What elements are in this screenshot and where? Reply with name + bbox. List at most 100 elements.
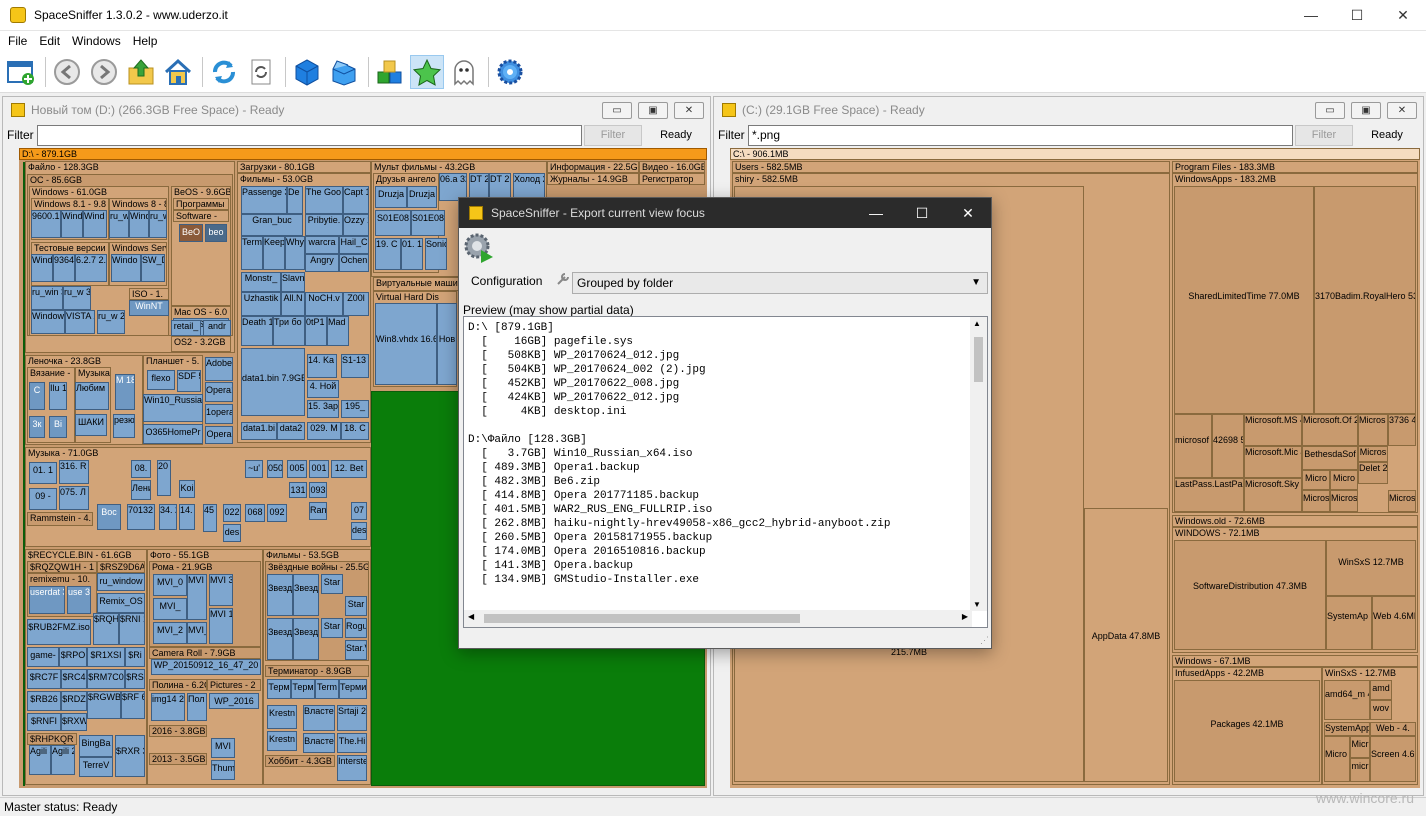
file-thegoo[interactable]: The Goo 1.9GB: [305, 186, 343, 214]
file-term3[interactable]: Term: [315, 679, 339, 699]
block-windowsold[interactable]: Windows.old - 72.6MB: [1172, 515, 1418, 527]
file-data2[interactable]: data2: [277, 422, 305, 440]
menu-file[interactable]: File: [2, 34, 33, 48]
file-075[interactable]: 075. Л 4.9MB: [59, 486, 89, 510]
block-2016[interactable]: 2016 - 3.8GB: [149, 725, 207, 737]
file-rc7f[interactable]: $RC7F: [27, 669, 61, 689]
block-wov[interactable]: wov: [1370, 700, 1392, 720]
file-z00l[interactable]: Z00l: [343, 292, 369, 316]
file-sdf[interactable]: SDF 5.9M: [177, 370, 201, 392]
preview-textarea[interactable]: D:\ [879.1GB] [ 16GB] pagefile.sys [ 508…: [463, 316, 988, 628]
file-alln[interactable]: All.N: [281, 292, 305, 316]
block-rhpkqr[interactable]: $RHPKQR: [27, 733, 77, 745]
file-agili2[interactable]: Agili 2.9G: [51, 745, 75, 775]
file-term2[interactable]: Терм: [291, 679, 315, 699]
block-hobbit[interactable]: Хоббит - 4.3GB: [265, 755, 335, 767]
file-14[interactable]: 14. 21: [179, 504, 195, 530]
block-42698[interactable]: 42698 5.1MB: [1212, 414, 1244, 478]
file-mvi2[interactable]: MVI_2: [153, 622, 187, 644]
file-krestn2[interactable]: Krestn: [267, 731, 297, 751]
blue-box-open-icon[interactable]: [327, 55, 361, 89]
file-093[interactable]: 093: [309, 482, 327, 498]
file-slavn[interactable]: Slavn: [281, 272, 305, 292]
file-des1[interactable]: des: [223, 524, 241, 542]
block-delet[interactable]: Delet 280KI: [1358, 462, 1388, 484]
block-micro-c[interactable]: Micro 2.2MI: [1324, 736, 1350, 782]
file-rgwb[interactable]: $RGWB 847MB: [87, 691, 121, 719]
ghost-icon[interactable]: [447, 55, 481, 89]
file-beo[interactable]: BeO: [179, 224, 203, 242]
file-9364[interactable]: 9364 2.6G: [53, 254, 75, 282]
block-web-c[interactable]: Web - 4.: [1370, 722, 1416, 736]
file-opera[interactable]: Opera: [205, 426, 233, 444]
block-software[interactable]: Software -: [173, 210, 229, 222]
file-rxr[interactable]: $RXR 3.6GE: [115, 735, 145, 777]
file-vista[interactable]: VISTA 2.7G: [65, 310, 95, 334]
file-1opera[interactable]: 1opera: [205, 404, 233, 424]
file-001[interactable]: 001: [309, 460, 329, 478]
file-rb26[interactable]: $RB26: [27, 691, 61, 711]
file-o365[interactable]: O365HomePr: [143, 424, 203, 444]
left-filter-button[interactable]: Filter: [584, 124, 642, 146]
file-tribo[interactable]: Три бо 1.3GB: [273, 316, 305, 346]
file-adobe[interactable]: Adobe 678.6: [205, 357, 233, 381]
file-windo[interactable]: Windo 4.0GB: [111, 254, 141, 282]
block-micros-d[interactable]: Micros: [1388, 490, 1416, 512]
file-rezyu[interactable]: резю 84KB: [113, 414, 135, 438]
file-vi[interactable]: Ві: [49, 416, 67, 438]
refresh-doc-icon[interactable]: [244, 55, 278, 89]
file-ri[interactable]: $Ri: [125, 647, 145, 667]
forward-icon[interactable]: [87, 55, 121, 89]
file-wind3[interactable]: Wind 2.6G: [129, 210, 149, 238]
block-info[interactable]: Информация - 22.5G: [547, 161, 639, 173]
file-zvezd1[interactable]: Звезд 2.1GE: [267, 574, 293, 616]
file-08[interactable]: 08.: [131, 460, 151, 478]
minimize-button[interactable]: —: [1288, 0, 1334, 31]
file-15zap[interactable]: 15. 3ap: [307, 400, 339, 418]
block-rammstein[interactable]: Rammstein - 4.: [27, 512, 93, 526]
file-ruw2[interactable]: ru_w 3.0G: [149, 210, 167, 238]
file-ruwin[interactable]: ru_win 3.4G: [31, 286, 63, 310]
file-angry[interactable]: Angry: [305, 254, 339, 272]
dialog-minimize-button[interactable]: —: [853, 205, 899, 221]
horizontal-scrollbar[interactable]: ◀ ▶: [464, 610, 972, 627]
file-rqh[interactable]: $RQH 1.9G: [93, 613, 119, 645]
home-icon[interactable]: [161, 55, 195, 89]
file-interste[interactable]: Interste 1.4GB: [337, 755, 367, 781]
file-terrev[interactable]: TerreV: [79, 757, 113, 777]
file-vlaste1[interactable]: Власте 1.4GB: [303, 705, 335, 731]
block-msms[interactable]: Microsoft.MS 4.4MB: [1244, 414, 1302, 446]
file-leni[interactable]: Лени: [131, 480, 151, 500]
file-0tp1[interactable]: 0tP1 1.3GB: [305, 316, 327, 346]
file-ruw4[interactable]: ru_w 2.3G: [97, 310, 125, 334]
file-swd[interactable]: SW_D 3.9GB: [141, 254, 165, 282]
file-pribytie[interactable]: Pribytie.: [305, 214, 343, 236]
block-journals[interactable]: Журналы - 14.9GB: [547, 173, 639, 185]
file-005[interactable]: 005: [287, 460, 307, 478]
file-zvezd4[interactable]: Звезд 2.1GE: [293, 618, 319, 660]
horizontal-scroll-thumb[interactable]: [484, 614, 800, 623]
star-icon[interactable]: [410, 54, 444, 89]
file-18c[interactable]: 18. C: [341, 422, 369, 440]
file-de[interactable]: De 2.1: [287, 186, 303, 214]
block-amd[interactable]: amd: [1370, 680, 1392, 700]
file-why[interactable]: Why 2.1G: [285, 236, 305, 270]
scroll-up-icon[interactable]: ▲: [973, 319, 981, 328]
maximize-button[interactable]: ☐: [1334, 0, 1380, 31]
vertical-scrollbar[interactable]: ▲ ▼: [970, 317, 987, 611]
file-boc[interactable]: Boc: [97, 504, 121, 530]
block-amd64[interactable]: amd64_m 4.6MB: [1324, 680, 1370, 720]
dialog-maximize-button[interactable]: ☐: [899, 205, 945, 222]
file-9600[interactable]: 9600.1 3.7GB: [31, 210, 61, 238]
block-systemap[interactable]: SystemAp 5.7MB: [1326, 596, 1372, 650]
block-micr[interactable]: Micr: [1350, 736, 1370, 758]
file-022[interactable]: 022: [223, 504, 241, 522]
dialog-close-button[interactable]: ✕: [945, 205, 991, 222]
file-70132[interactable]: 70132 1.8M: [127, 504, 155, 530]
file-win8vhdx[interactable]: Win8.vhdx 16.6GB: [375, 303, 437, 385]
file-img14[interactable]: img14 288KB: [151, 693, 185, 721]
block-rsz9[interactable]: $RSZ9D6A: [97, 561, 145, 573]
file-mvi1[interactable]: MVI_: [153, 598, 187, 620]
file-mvi461[interactable]: MVI 461: [187, 574, 207, 620]
file-029m[interactable]: 029. M: [307, 422, 341, 440]
